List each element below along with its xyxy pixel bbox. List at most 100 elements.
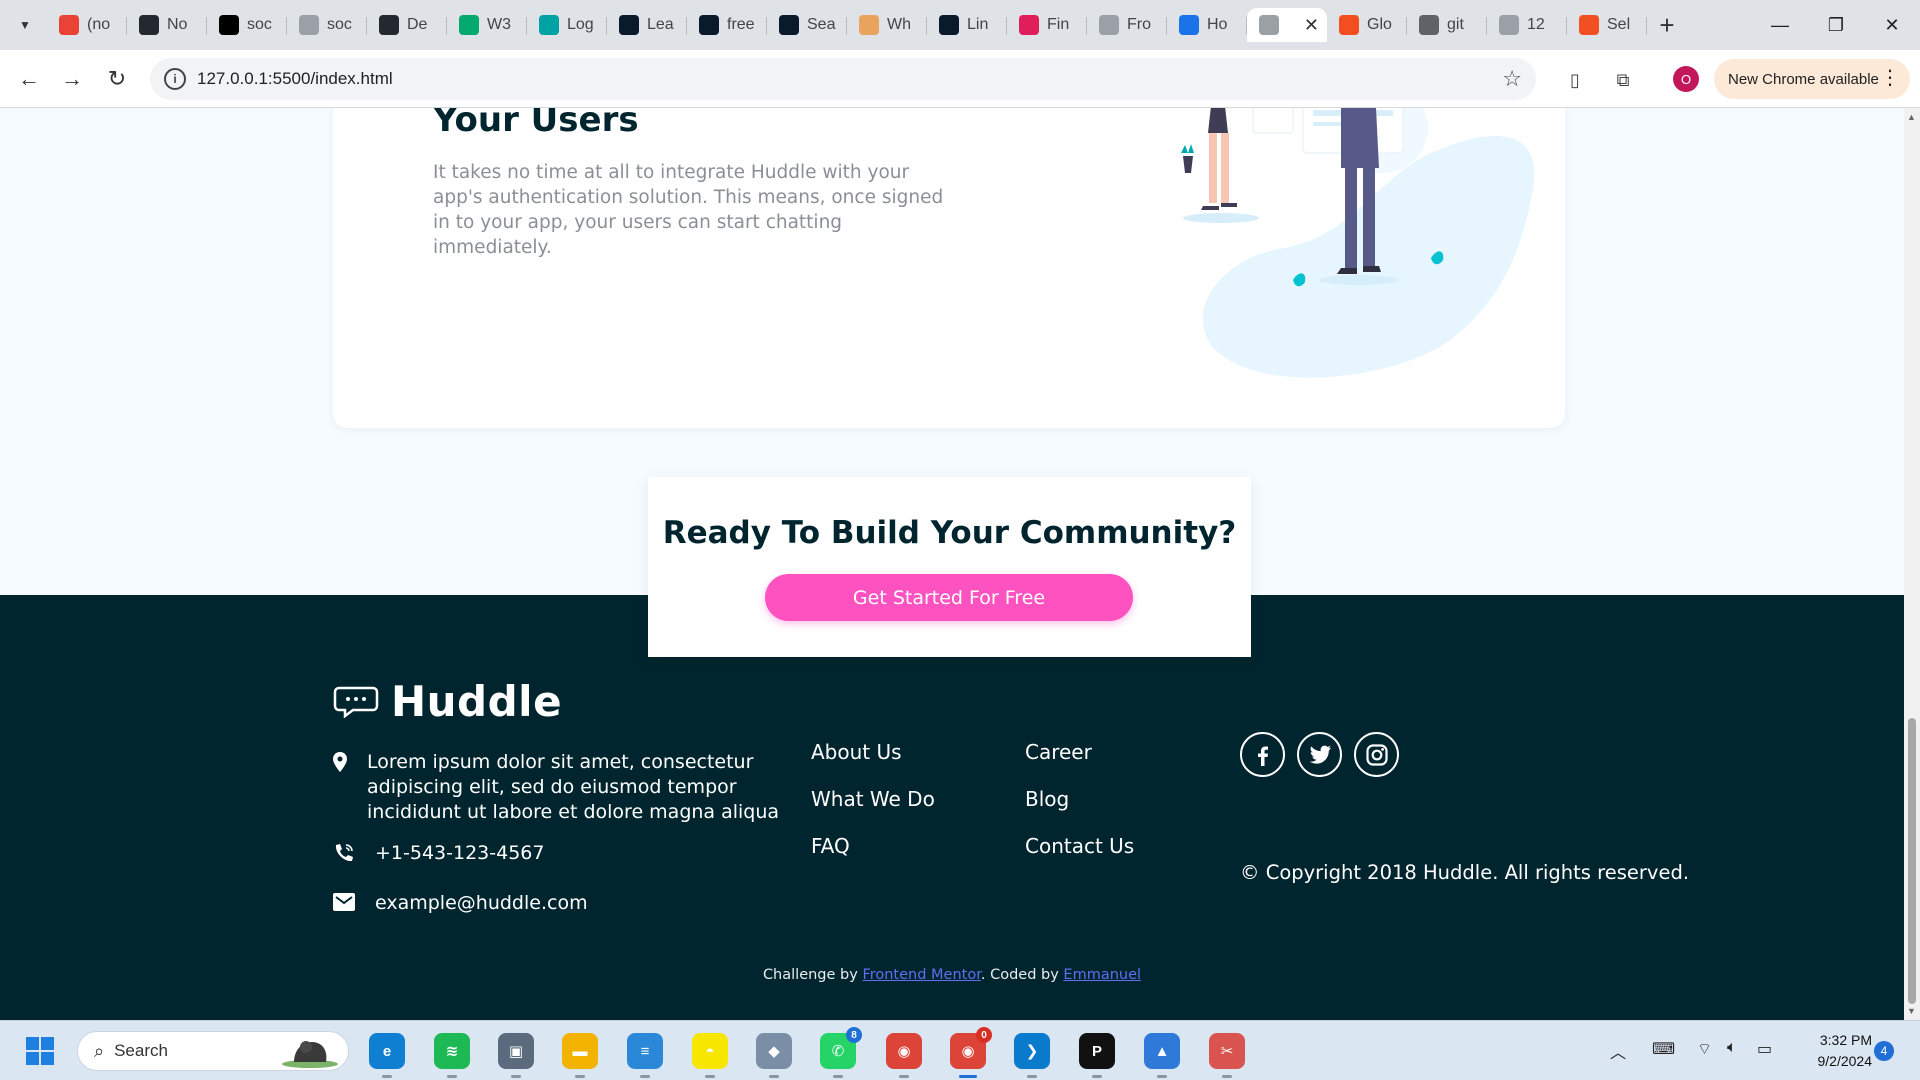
page-viewport: Your Users It takes no time at all to in… [0, 108, 1904, 1020]
wifi-icon[interactable]: ⌔ [1697, 1039, 1712, 1059]
running-indicator [1157, 1075, 1167, 1078]
footer-link-career[interactable]: Career [1025, 740, 1134, 787]
bookmark-star-icon[interactable]: ☆ [1502, 66, 1522, 92]
facebook-icon[interactable] [1240, 732, 1285, 777]
reload-button[interactable]: ↻ [102, 64, 132, 94]
browser-tab[interactable]: Wh [847, 8, 927, 42]
browser-tab[interactable]: ✕ [1247, 8, 1327, 42]
keyboard-icon[interactable]: ⌨ [1652, 1039, 1675, 1059]
browser-tab[interactable]: Ho [1167, 8, 1247, 42]
menu-dots-icon[interactable]: ⋮ [1880, 67, 1900, 89]
extension-page-icon[interactable]: ▯ [1562, 67, 1588, 93]
snipping-tool-icon[interactable]: ✂ [1209, 1033, 1245, 1078]
app-icon[interactable]: ◆ [756, 1033, 792, 1078]
windows-start-icon[interactable] [26, 1037, 54, 1065]
attribution-prefix: Challenge by [762, 967, 863, 983]
tab-label: (no [87, 16, 111, 33]
taskbar-search-placeholder: Search [114, 1041, 168, 1060]
browser-tab[interactable]: soc [207, 8, 287, 42]
frontend-mentor-link[interactable]: Frontend Mentor [862, 967, 980, 983]
edge-icon[interactable]: e [369, 1033, 405, 1078]
footer-logo[interactable]: Huddle [333, 677, 562, 726]
browser-tab[interactable]: Sea [767, 8, 847, 42]
get-started-button[interactable]: Get Started For Free [765, 574, 1133, 621]
new-tab-button[interactable]: + [1652, 10, 1682, 40]
footer-link-contact-us[interactable]: Contact Us [1025, 834, 1134, 881]
flag-icon [1179, 15, 1199, 35]
tab-label: soc [247, 16, 272, 33]
browser-tab[interactable]: Log [527, 8, 607, 42]
profile-avatar[interactable]: O [1673, 66, 1699, 92]
tab-search-chevron-icon[interactable]: ▼ [12, 12, 38, 38]
jetbrains-icon[interactable]: P [1079, 1033, 1115, 1078]
scroll-down-arrow-icon[interactable]: ▼ [1907, 1006, 1916, 1016]
site-info-icon[interactable]: i [164, 68, 186, 90]
taskbar-clock[interactable]: 3:32 PM 9/2/2024 [1792, 1030, 1873, 1072]
footer-link-blog[interactable]: Blog [1025, 787, 1134, 834]
browser-tab[interactable]: Sel [1567, 8, 1647, 42]
browser-tab[interactable]: free [687, 8, 767, 42]
browser-tab[interactable]: (no [47, 8, 127, 42]
author-link[interactable]: Emmanuel [1063, 967, 1141, 983]
notepad-icon[interactable]: ≡ [627, 1033, 663, 1078]
phone-text[interactable]: +1-543-123-4567 [367, 841, 787, 870]
browser-tab[interactable]: De [367, 8, 447, 42]
close-tab-icon[interactable]: ✕ [1304, 15, 1319, 36]
app-glyph: ◉ [897, 1043, 911, 1060]
running-indicator [1092, 1075, 1102, 1078]
chrome-icon[interactable]: ◉ [886, 1033, 922, 1078]
twitter-icon[interactable] [1297, 732, 1342, 777]
browser-tab[interactable]: W3 [447, 8, 527, 42]
footer-link-about-us[interactable]: About Us [811, 740, 935, 787]
browser-tab[interactable]: No [127, 8, 207, 42]
running-indicator [769, 1075, 779, 1078]
battery-icon[interactable]: ▭ [1757, 1039, 1772, 1059]
browser-tab[interactable]: Glo [1327, 8, 1407, 42]
volume-icon[interactable]: 🔈︎ [1727, 1039, 1737, 1057]
close-window-button[interactable]: ✕ [1864, 8, 1920, 42]
browser-tab[interactable]: Lin [927, 8, 1007, 42]
app-glyph: ≡ [640, 1042, 650, 1060]
page-scrollbar[interactable]: ▲ ▼ [1904, 108, 1920, 1020]
taskbar-search-box[interactable]: ⌕ Search [77, 1031, 349, 1071]
address-bar[interactable]: i 127.0.0.1:5500/index.html ☆ [150, 58, 1536, 100]
footer-link-faq[interactable]: FAQ [811, 834, 935, 881]
file-explorer-icon[interactable]: ▬ [562, 1033, 598, 1078]
search-icon: ⌕ [94, 1040, 105, 1061]
browser-tab[interactable]: 12 [1487, 8, 1567, 42]
scrollbar-thumb[interactable] [1908, 718, 1916, 1004]
browser-tab[interactable]: git [1407, 8, 1487, 42]
attribution: Challenge by Frontend Mentor. Coded by E… [0, 967, 1904, 983]
extensions-puzzle-icon[interactable]: ⧉ [1610, 67, 1636, 93]
restore-button[interactable]: ❐ [1808, 8, 1864, 42]
chrome-profile-icon[interactable]: ◉ 0 [950, 1027, 992, 1078]
footer-link-what-we-do[interactable]: What We Do [811, 787, 935, 834]
app-glyph: ✂ [1220, 1043, 1234, 1060]
preview-icon[interactable]: ▣ [498, 1033, 534, 1078]
forward-button[interactable]: → [57, 64, 87, 94]
back-button[interactable]: ← [14, 64, 44, 94]
photos-icon[interactable]: ▲ [1144, 1033, 1180, 1078]
notification-badge[interactable]: 4 [1874, 1041, 1894, 1061]
email-text[interactable]: example@huddle.com [367, 891, 787, 918]
vscode-icon[interactable]: ❯ [1014, 1033, 1050, 1078]
browser-tab[interactable]: Lea [607, 8, 687, 42]
new-chrome-available-button[interactable]: New Chrome available ⋮ [1714, 59, 1910, 99]
instagram-icon[interactable] [1354, 732, 1399, 777]
snapchat-icon[interactable]: ◓ [692, 1033, 728, 1078]
minimize-button[interactable]: — [1752, 8, 1808, 42]
scroll-up-arrow-icon[interactable]: ▲ [1907, 112, 1916, 122]
url-text[interactable]: 127.0.0.1:5500/index.html [197, 69, 393, 89]
tab-label: Log [567, 16, 594, 33]
tab-label: git [1447, 16, 1464, 33]
browser-tab[interactable]: Fin [1007, 8, 1087, 42]
frontend-mentor-icon [699, 15, 719, 35]
show-hidden-icons-chevron-icon[interactable]: ︿ [1610, 1039, 1626, 1063]
browser-tab[interactable]: Fro [1087, 8, 1167, 42]
spotify-icon[interactable]: ≋ [434, 1033, 470, 1078]
browser-tab[interactable]: soc [287, 8, 367, 42]
app-glyph: ▲ [1154, 1042, 1170, 1060]
tab-label: 12 [1527, 16, 1545, 33]
footer-email: example@huddle.com [333, 891, 787, 918]
whatsapp-icon[interactable]: ✆ 8 [820, 1027, 862, 1078]
